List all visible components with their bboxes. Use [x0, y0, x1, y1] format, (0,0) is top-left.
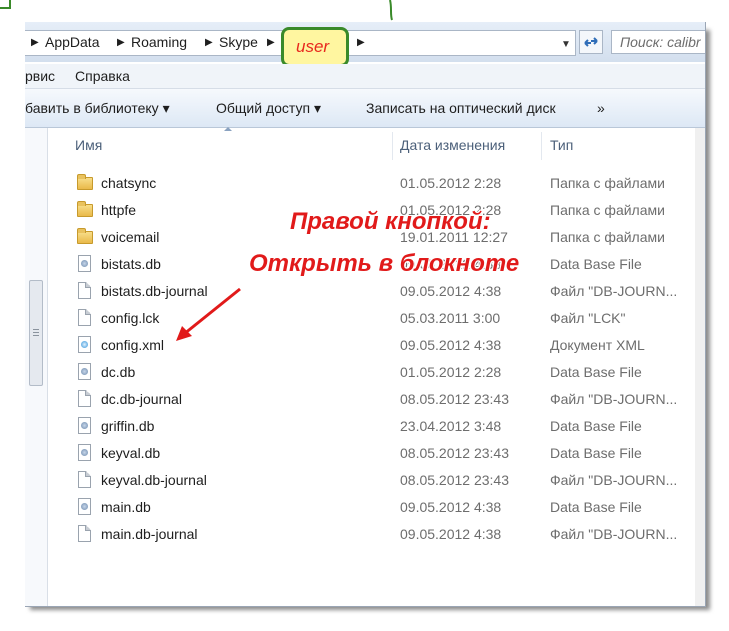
green-mark-top — [389, 0, 393, 21]
add-to-library-button[interactable]: бавить в библиотеку ▾ — [25, 100, 170, 117]
folder-icon — [77, 201, 93, 217]
breadcrumb-skype[interactable]: Skype — [219, 34, 258, 50]
file-row[interactable]: config.lck 05.03.2011 3:00 Файл "LCK" — [25, 305, 695, 332]
file-icon — [78, 390, 91, 407]
file-name: keyval.db-journal — [101, 472, 207, 488]
file-type: Папка с файлами — [550, 202, 665, 218]
file-date: 09.05.2012 4:38 — [400, 499, 502, 515]
file-date: 09.05.2012 4:38 — [400, 283, 502, 299]
file-row[interactable]: config.xml 09.05.2012 4:38 Документ XML — [25, 332, 695, 359]
file-date: 08.05.2012 23:43 — [400, 391, 509, 407]
file-row[interactable]: chatsync 01.05.2012 2:28 Папка с файлами — [25, 170, 695, 197]
file-type: Файл "DB-JOURN... — [550, 283, 678, 299]
annotation-line-1: Правой кнопкой: — [290, 208, 491, 235]
address-bar[interactable]: ▶ AppData ▶ Roaming ▶ Skype ▶ user ▶ ▼ — [25, 27, 576, 67]
file-row[interactable]: dc.db 01.05.2012 2:28 Data Base File — [25, 359, 695, 386]
database-file-icon — [78, 417, 91, 434]
file-name: bistats.db — [101, 256, 161, 272]
command-bar: бавить в библиотеку ▾ Общий доступ ▾ Зап… — [25, 89, 705, 128]
file-name: griffin.db — [101, 418, 155, 434]
menu-bar: рвис Справка — [25, 64, 705, 89]
file-row[interactable]: keyval.db-journal 08.05.2012 23:43 Файл "D… — [25, 467, 695, 494]
file-date: 23.04.2012 3:48 — [400, 418, 502, 434]
chevron-right-icon[interactable]: ▶ — [205, 37, 213, 48]
search-input[interactable]: Поиск: calibr — [611, 30, 705, 54]
file-type: Data Base File — [550, 418, 642, 434]
search-placeholder: Поиск: calibr — [620, 34, 701, 50]
address-bar-row: ▶ AppData ▶ Roaming ▶ Skype ▶ user ▶ ▼ П… — [25, 22, 705, 67]
database-file-icon — [78, 363, 91, 380]
database-file-icon — [78, 444, 91, 461]
file-icon — [78, 282, 91, 299]
folder-icon — [77, 228, 93, 244]
chevron-right-icon[interactable]: ▶ — [267, 37, 275, 48]
sort-ascending-icon — [224, 127, 232, 131]
file-icon — [78, 471, 91, 488]
breadcrumb-user[interactable]: user — [296, 37, 329, 57]
file-type: Data Base File — [550, 256, 642, 272]
file-name: dc.db — [101, 364, 136, 380]
breadcrumb-appdata[interactable]: AppData — [45, 34, 99, 50]
address-dropdown-icon[interactable]: ▼ — [561, 39, 571, 50]
file-date: 05.03.2011 3:00 — [400, 310, 501, 326]
file-name: keyval.db — [101, 445, 161, 461]
file-date: 08.05.2012 23:43 — [400, 445, 509, 461]
file-name: main.db — [101, 499, 151, 515]
file-row[interactable]: bistats.db-journal 09.05.2012 4:38 Файл "D… — [25, 278, 695, 305]
file-date: 09.05.2012 4:38 — [400, 526, 502, 542]
chevron-right-icon[interactable]: ▶ — [357, 37, 365, 48]
file-date: 08.05.2012 23:43 — [400, 472, 509, 488]
file-type: Документ XML — [550, 337, 645, 353]
file-row[interactable]: griffin.db 23.04.2012 3:48 Data Base File — [25, 413, 695, 440]
database-file-icon — [78, 498, 91, 515]
file-row[interactable]: dc.db-journal 08.05.2012 23:43 Файл "DB-JO… — [25, 386, 695, 413]
breadcrumb-user-highlight[interactable]: user — [281, 27, 349, 67]
file-date: 01.05.2012 2:28 — [400, 175, 502, 191]
file-type: Data Base File — [550, 445, 642, 461]
file-type: Файл "LCK" — [550, 310, 626, 326]
file-name: dc.db-journal — [101, 391, 182, 407]
file-date: 09.05.2012 4:38 — [400, 337, 502, 353]
green-mark-left — [0, 0, 11, 9]
share-button[interactable]: Общий доступ ▾ — [216, 100, 321, 117]
file-list-scrollbar[interactable] — [695, 128, 705, 606]
chevron-right-icon[interactable]: ▶ — [31, 37, 39, 48]
menu-help[interactable]: Справка — [75, 68, 130, 84]
annotation-line-2: Открыть в блокноте — [249, 250, 520, 277]
column-header-date[interactable]: Дата изменения — [400, 137, 505, 153]
refresh-button[interactable] — [579, 30, 603, 54]
file-row[interactable]: keyval.db 08.05.2012 23:43 Data Base File — [25, 440, 695, 467]
file-type: Data Base File — [550, 499, 642, 515]
file-name: chatsync — [101, 175, 157, 191]
file-type: Файл "DB-JOURN... — [550, 472, 678, 488]
xml-file-icon — [78, 336, 91, 353]
file-type: Файл "DB-JOURN... — [550, 526, 678, 542]
file-name: main.db-journal — [101, 526, 198, 542]
menu-service[interactable]: рвис — [25, 68, 55, 84]
refresh-icon — [584, 37, 598, 47]
column-header-type[interactable]: Тип — [550, 137, 573, 153]
chevron-right-icon[interactable]: ▶ — [117, 37, 125, 48]
explorer-window: ▶ AppData ▶ Roaming ▶ Skype ▶ user ▶ ▼ П… — [25, 22, 706, 607]
database-file-icon — [78, 255, 91, 272]
file-type: Файл "DB-JOURN... — [550, 391, 678, 407]
more-commands-button[interactable]: » — [597, 100, 605, 116]
file-row[interactable]: main.db 09.05.2012 4:38 Data Base File — [25, 494, 695, 521]
file-name: httpfe — [101, 202, 137, 218]
file-row[interactable]: main.db-journal 09.05.2012 4:38 Файл "DB-J… — [25, 521, 695, 548]
file-date: 01.05.2012 2:28 — [400, 364, 502, 380]
file-name: voicemail — [101, 229, 160, 245]
burn-disc-button[interactable]: Записать на оптический диск — [366, 100, 556, 116]
file-name: config.lck — [101, 310, 160, 326]
folder-icon — [77, 174, 93, 190]
file-type: Папка с файлами — [550, 229, 665, 245]
column-header-name[interactable]: Имя — [75, 137, 102, 153]
breadcrumb-roaming[interactable]: Roaming — [131, 34, 187, 50]
file-icon — [78, 525, 91, 542]
file-type: Data Base File — [550, 364, 642, 380]
file-icon — [78, 309, 91, 326]
file-name: config.xml — [101, 337, 165, 353]
file-name: bistats.db-journal — [101, 283, 208, 299]
file-type: Папка с файлами — [550, 175, 665, 191]
